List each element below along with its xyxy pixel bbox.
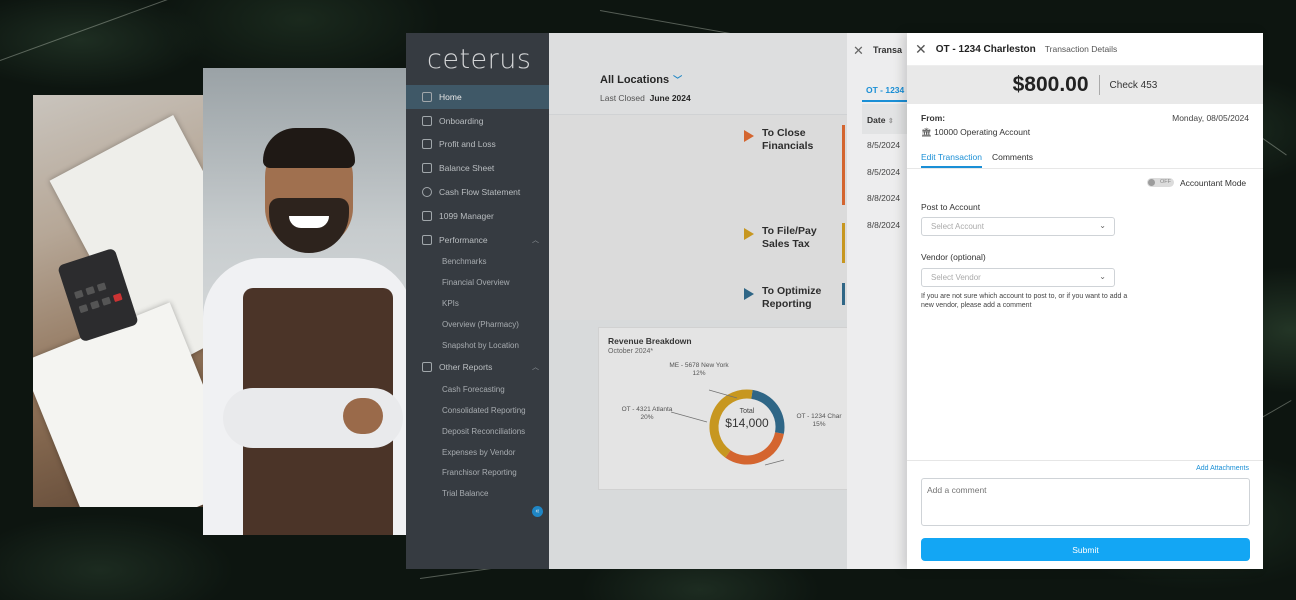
scale-icon xyxy=(422,163,432,174)
main-content: All Locations ﹀ Last Closed June 2024 To … xyxy=(549,33,876,569)
panel-subtitle: Transaction Details xyxy=(1044,44,1118,54)
sidebar-item-profit-and-loss[interactable]: Profit and Loss xyxy=(406,133,549,157)
sidebar-item-1099-manager[interactable]: 1099 Manager xyxy=(406,204,549,228)
sidebar-subitem[interactable]: Cash Forecasting xyxy=(406,379,549,400)
table-row[interactable]: 8/5/2024 xyxy=(867,140,900,150)
task-file-sales-tax[interactable]: To File/Pay Sales Tax xyxy=(744,225,817,250)
comment-input[interactable] xyxy=(921,478,1250,526)
task-close-financials[interactable]: To Close Financials xyxy=(744,127,813,152)
sort-icon: ⇕ xyxy=(887,118,894,125)
transaction-details-panel: ✕ OT - 1234 Charleston Transaction Detai… xyxy=(907,33,1263,569)
task-progress-bar xyxy=(842,283,845,305)
sidebar-item-home[interactable]: Home xyxy=(406,85,549,109)
play-icon xyxy=(744,130,754,142)
from-account: 🏛 10000 Operating Account xyxy=(921,127,1031,137)
line-chart-icon xyxy=(422,234,432,245)
donut-total-value: $14,000 xyxy=(725,416,769,430)
sidebar-subitem[interactable]: Snapshot by Location xyxy=(406,335,549,356)
task-progress-bar xyxy=(842,125,845,205)
location-header: All Locations ﹀ Last Closed June 2024 xyxy=(549,33,876,115)
transaction-amount: $800.00 xyxy=(1012,73,1089,96)
sidebar-subitem[interactable]: Consolidated Reporting xyxy=(406,400,549,421)
donut-slice-2 xyxy=(725,431,784,465)
donut-label-new-york: ME - 5678 New York 12% xyxy=(669,362,729,377)
chevron-up-icon: ︿ xyxy=(532,364,539,372)
task-list: To Close Financials To File/Pay Sales Tax … xyxy=(549,115,876,320)
post-to-account-label: Post to Account xyxy=(921,202,981,212)
donut-label-atlanta: OT - 4321 Atlanta 20% xyxy=(621,406,673,421)
chevron-down-icon: ⌄ xyxy=(1099,272,1106,281)
tab-edit-transaction[interactable]: Edit Transaction xyxy=(921,152,982,168)
panel-tabs: Edit Transaction Comments xyxy=(921,152,1033,168)
revenue-breakdown-card: Revenue Breakdown October 2024* ME - 567… xyxy=(598,327,848,490)
sidebar-item-performance[interactable]: Performance ︿ xyxy=(406,228,549,252)
close-icon[interactable]: ✕ xyxy=(915,41,927,58)
transaction-date: Monday, 08/05/2024 xyxy=(1172,113,1249,123)
sidebar: ceterus Home Onboarding Profit and Loss … xyxy=(406,33,549,569)
tab-location[interactable]: OT - 1234 xyxy=(866,85,904,95)
transaction-list-title: Transa xyxy=(873,45,903,55)
add-attachments-link[interactable]: Add Attachments xyxy=(1196,465,1249,472)
sidebar-subitem[interactable]: Overview (Pharmacy) xyxy=(406,314,549,335)
accountant-mode-toggle[interactable]: OFF xyxy=(1147,178,1174,187)
divider xyxy=(1098,75,1100,95)
report-icon xyxy=(422,362,432,373)
tab-comments[interactable]: Comments xyxy=(992,152,1033,168)
sidebar-subitem[interactable]: KPIs xyxy=(406,293,549,314)
help-text: If you are not sure which account to pos… xyxy=(921,293,1128,309)
select-account-dropdown[interactable]: Select Account ⌄ xyxy=(921,217,1115,236)
play-icon xyxy=(744,288,754,300)
accountant-mode-label: Accountant Mode xyxy=(1180,178,1247,188)
from-label: From: xyxy=(921,113,946,123)
check-number: Check 453 xyxy=(1109,79,1158,91)
sidebar-subitem[interactable]: Financial Overview xyxy=(406,272,549,293)
leader-line-2 xyxy=(764,459,785,466)
close-icon[interactable]: ✕ xyxy=(853,43,864,59)
onboarding-icon xyxy=(422,115,432,126)
select-vendor-dropdown[interactable]: Select Vendor ⌄ xyxy=(921,268,1115,287)
bar-chart-icon xyxy=(422,139,432,150)
chevron-down-icon: ﹀ xyxy=(673,75,683,85)
location-selector[interactable]: All Locations ﹀ xyxy=(600,73,876,86)
app-window: ceterus Home Onboarding Profit and Loss … xyxy=(406,33,876,569)
play-icon xyxy=(744,228,754,240)
sidebar-subitem[interactable]: Expenses by Vendor xyxy=(406,442,549,463)
panel-title: OT - 1234 Charleston xyxy=(935,43,1036,55)
sidebar-item-other-reports[interactable]: Other Reports ︿ xyxy=(406,356,549,380)
donut-label-charleston: OT - 1234 Char 15% xyxy=(796,413,842,428)
logo: ceterus xyxy=(427,44,532,75)
sidebar-subitem[interactable]: Benchmarks xyxy=(406,252,549,273)
shop-owner-photo xyxy=(203,68,413,535)
sidebar-subitem[interactable]: Deposit Reconciliations xyxy=(406,421,549,442)
panel-header: ✕ OT - 1234 Charleston Transaction Detai… xyxy=(907,33,1263,66)
desk-photo xyxy=(33,95,223,507)
table-row[interactable]: 8/8/2024 xyxy=(867,220,900,230)
document-icon xyxy=(422,210,432,221)
sidebar-subitem[interactable]: Franchisor Reporting xyxy=(406,463,549,484)
bank-icon: 🏛 xyxy=(921,127,932,137)
sidebar-subitem[interactable]: Trial Balance xyxy=(406,483,549,504)
table-row[interactable]: 8/8/2024 xyxy=(867,193,900,203)
sidebar-item-balance-sheet[interactable]: Balance Sheet xyxy=(406,156,549,180)
home-icon xyxy=(422,91,432,102)
revenue-title: Revenue Breakdown xyxy=(608,336,692,346)
task-optimize-reporting[interactable]: To Optimize Reporting xyxy=(744,285,821,310)
divider xyxy=(907,460,1263,461)
sidebar-item-cash-flow[interactable]: Cash Flow Statement xyxy=(406,180,549,204)
amount-bar: $800.00 Check 453 xyxy=(907,66,1263,104)
chevron-up-icon: ︿ xyxy=(532,236,539,244)
last-closed: Last Closed June 2024 xyxy=(600,93,691,103)
collapse-sidebar-icon[interactable]: « xyxy=(532,506,543,517)
divider xyxy=(907,168,1263,169)
donut-total-label: Total xyxy=(739,408,755,415)
dollar-icon xyxy=(422,187,432,198)
submit-button[interactable]: Submit xyxy=(921,538,1250,561)
vendor-label: Vendor (optional) xyxy=(921,252,986,262)
sidebar-item-onboarding[interactable]: Onboarding xyxy=(406,109,549,133)
chevron-down-icon: ⌄ xyxy=(1099,221,1106,230)
task-progress-bar xyxy=(842,223,845,263)
table-row[interactable]: 8/5/2024 xyxy=(867,167,900,177)
